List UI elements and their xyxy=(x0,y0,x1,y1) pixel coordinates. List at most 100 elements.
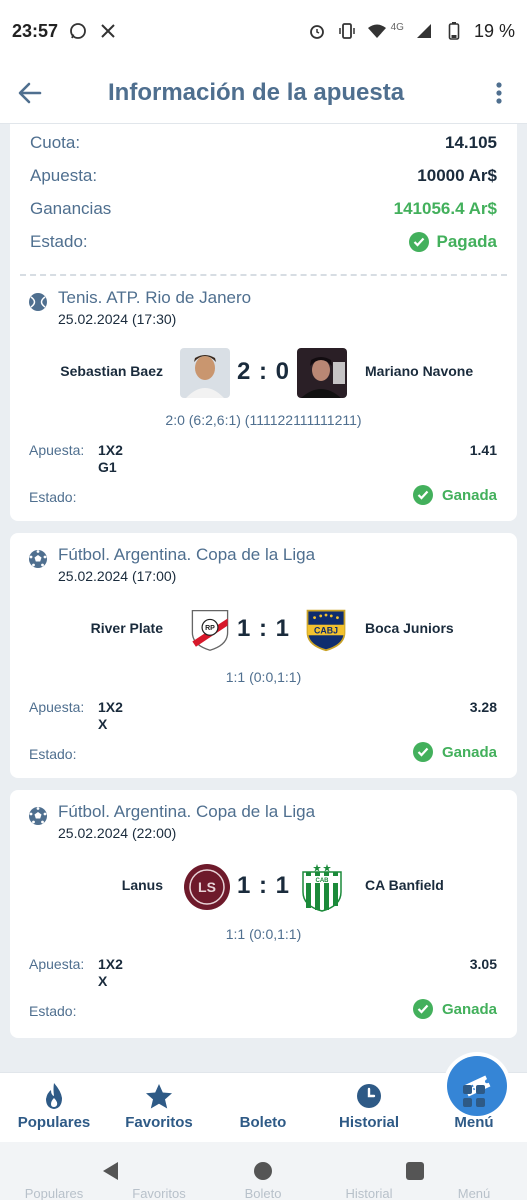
battery-level: 19 % xyxy=(473,20,515,41)
lanus-crest: LS xyxy=(184,864,230,910)
event-status-badge: Ganada xyxy=(412,742,497,762)
bet-selection: 1X2 G1 xyxy=(98,442,123,476)
event-date: 25.02.2024 (17:00) xyxy=(58,568,177,584)
check-circle-icon xyxy=(412,999,433,1019)
odds-row: Cuota: 14.105 xyxy=(30,126,497,159)
whatsapp-icon xyxy=(68,21,88,41)
check-circle-icon xyxy=(408,231,429,252)
player-photo-avatar xyxy=(297,348,347,398)
nav-boleto[interactable]: Boleto xyxy=(213,1056,507,1131)
nav-menu-label: Menú xyxy=(454,1114,494,1131)
event-date: 25.02.2024 (17:30) xyxy=(58,311,177,327)
ghost-label: Menú xyxy=(457,1188,491,1200)
event-card[interactable]: Fútbol. Argentina. Copa de la Liga 25.02… xyxy=(10,790,517,1038)
nav-menu[interactable]: Menú xyxy=(424,1081,524,1131)
status-bar: 23:57 4G 19 % xyxy=(0,0,527,62)
event-date: 25.02.2024 (22:00) xyxy=(58,825,177,841)
event-card[interactable]: Fútbol. Argentina. Copa de la Liga 25.02… xyxy=(10,533,517,778)
event-card[interactable]: Tenis. ATP. Rio de Janero 25.02.2024 (17… xyxy=(10,276,517,521)
winnings-row: Ganancias 141056.4 Ar$ xyxy=(30,192,497,225)
soccer-ball-icon xyxy=(29,807,47,825)
matchup: Sebastian Baez 2 : 0 Mariano Navone xyxy=(10,348,517,400)
status-badge: Pagada xyxy=(408,231,497,252)
winnings-value: 141056.4 Ar$ xyxy=(393,198,497,218)
match-score: 2 : 0 xyxy=(236,358,291,385)
event-league: Tenis. ATP. Rio de Janero xyxy=(58,288,252,307)
score-detail: 1:1 (0:0,1:1) xyxy=(225,926,302,942)
vibrate-icon xyxy=(337,21,357,41)
odds-label: Cuota: xyxy=(30,132,81,152)
bottom-navigation: Populares Favoritos Boleto Historial Men… xyxy=(0,1056,527,1142)
stake-label: Apuesta: xyxy=(30,165,98,185)
crest-letters: CAB xyxy=(316,878,330,884)
nav-historial-label: Historial xyxy=(338,1114,399,1131)
tennis-ball-icon xyxy=(29,293,47,311)
system-back-button[interactable] xyxy=(100,1160,122,1182)
score-detail: 2:0 (6:2,6:1) (111122111111211) xyxy=(165,412,362,428)
system-recents-button[interactable] xyxy=(404,1160,426,1182)
bet-pick: G1 xyxy=(98,459,117,475)
match-score: 1 : 1 xyxy=(236,615,291,642)
status-label: Estado: xyxy=(30,231,88,251)
battery-icon xyxy=(444,21,464,41)
status-value: Pagada xyxy=(436,231,497,251)
event-league: Fútbol. Argentina. Copa de la Liga xyxy=(58,802,316,821)
page-title: Información de la apuesta xyxy=(108,78,405,106)
event-status-label: Estado: xyxy=(29,1003,77,1019)
home-team-name: Lanus xyxy=(121,877,163,893)
event-status-label: Estado: xyxy=(29,489,77,505)
clock-icon xyxy=(357,1084,381,1108)
back-button[interactable] xyxy=(0,62,60,124)
match-score: 1 : 1 xyxy=(236,872,291,899)
river-plate-crest: RP xyxy=(191,609,229,651)
nav-populares-label: Populares xyxy=(17,1114,91,1131)
nav-favoritos[interactable]: Favoritos xyxy=(109,1081,209,1131)
bet-market: 1X2 xyxy=(98,699,123,715)
winnings-label: Ganancias xyxy=(30,198,112,218)
nav-reflection: Populares Favoritos Boleto Historial Men… xyxy=(0,1188,527,1200)
player-photo-avatar xyxy=(180,348,230,398)
event-odd: 3.28 xyxy=(469,699,497,715)
away-team-name: Boca Juniors xyxy=(365,620,454,636)
grid-menu-icon xyxy=(463,1085,485,1107)
event-odd: 1.41 xyxy=(469,442,497,458)
app-bar: Información de la apuesta xyxy=(0,62,527,124)
check-circle-icon xyxy=(412,742,433,762)
flame-icon xyxy=(46,1083,62,1109)
x-app-icon xyxy=(98,21,118,41)
more-vertical-icon xyxy=(496,81,502,104)
bet-details-content[interactable]: Cuota: 14.105 Apuesta: 10000 Ar$ Gananci… xyxy=(0,124,527,1072)
matchup: Lanus LS 1 : 1 CAB CA Banfield xyxy=(10,862,517,914)
event-header: Tenis. ATP. Rio de Janero 25.02.2024 (17… xyxy=(28,288,251,327)
away-team-name: CA Banfield xyxy=(365,877,444,893)
ghost-label: Populares xyxy=(24,1188,84,1200)
status-row: Estado: Pagada xyxy=(30,225,497,258)
bet-pick: X xyxy=(98,716,108,732)
event-header: Fútbol. Argentina. Copa de la Liga 25.02… xyxy=(28,545,315,584)
event-league: Fútbol. Argentina. Copa de la Liga xyxy=(58,545,316,564)
crest-letters: RP xyxy=(205,625,215,632)
network-type: 4G xyxy=(390,21,404,33)
bet-label: Apuesta: xyxy=(29,699,85,715)
system-home-button[interactable] xyxy=(252,1160,274,1182)
home-team-name: River Plate xyxy=(90,620,163,636)
score-detail: 1:1 (0:0,1:1) xyxy=(225,669,302,685)
nav-populares[interactable]: Populares xyxy=(4,1081,104,1131)
bet-selection: 1X2 X xyxy=(98,699,123,733)
nav-historial[interactable]: Historial xyxy=(319,1081,419,1131)
event-status-value: Ganada xyxy=(441,743,497,761)
bet-label: Apuesta: xyxy=(29,956,85,972)
stake-value: 10000 Ar$ xyxy=(417,165,497,185)
odds-value: 14.105 xyxy=(445,132,497,152)
nav-boleto-label: Boleto xyxy=(239,1114,287,1131)
more-options-button[interactable] xyxy=(471,62,527,124)
bet-market: 1X2 xyxy=(98,956,123,972)
home-team-name: Sebastian Baez xyxy=(60,363,163,379)
nav-favoritos-label: Favoritos xyxy=(125,1114,193,1131)
bet-selection: 1X2 X xyxy=(98,956,123,990)
wifi-icon xyxy=(367,21,387,41)
star-icon xyxy=(146,1083,172,1108)
bet-market: 1X2 xyxy=(98,442,123,458)
arrow-left-icon xyxy=(18,82,42,103)
event-odd: 3.05 xyxy=(469,956,497,972)
